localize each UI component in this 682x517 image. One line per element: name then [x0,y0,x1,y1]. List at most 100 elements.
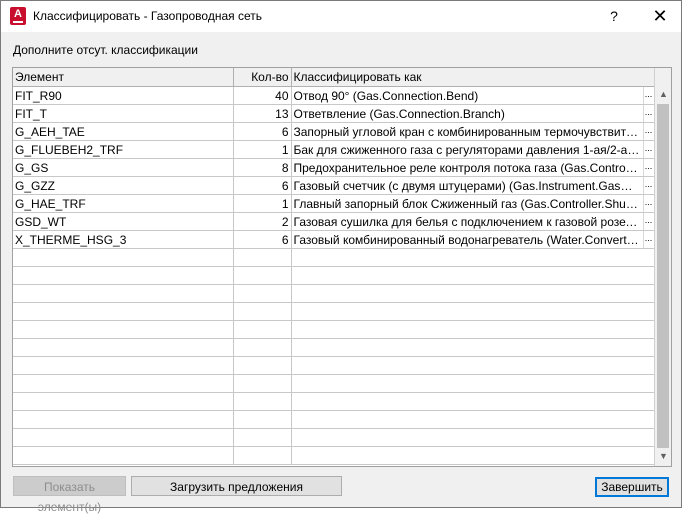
empty-cell [13,428,234,447]
empty-cell [291,248,655,267]
empty-cell [291,446,655,465]
cell-classify[interactable]: Газовая сушилка для белья с подключением… [291,212,655,231]
browse-classification-button[interactable]: ... [642,159,653,176]
table-row[interactable]: FIT_T 13 Ответвление (Gas.Connection.Branc… [13,104,655,123]
classify-value: Ответвление (Gas.Connection.Branch) [293,106,505,121]
empty-cell [233,374,292,393]
empty-cell [233,248,292,267]
scroll-up-icon[interactable]: ▲ [655,86,671,102]
cell-element[interactable]: G_GS [13,158,234,177]
title-bar: A Классифицировать - Газопроводная сеть … [1,1,681,32]
empty-cell [13,284,234,303]
table-row[interactable]: FIT_R90 40 Отвод 90° (Gas.Connection.Bend)… [13,86,655,105]
empty-cell [233,338,292,357]
classification-grid: Элемент Кол-во Классифицировать как FIT_… [12,67,672,467]
browse-classification-button[interactable]: ... [642,123,653,140]
classify-value: Предохранительное реле контроля потока г… [293,160,652,175]
classify-value: Газовый комбинированный водонагреватель … [293,232,652,247]
vertical-scrollbar[interactable]: ▲ ▼ [654,68,671,466]
table-row[interactable]: G_GS 8 Предохранительное реле контроля пот… [13,158,655,177]
column-header-element[interactable]: Элемент [13,68,234,87]
load-suggestions-button[interactable]: Загрузить предложения [131,476,342,496]
cell-classify[interactable]: Газовый комбинированный водонагреватель … [291,230,655,249]
cell-element[interactable]: X_THERME_HSG_3 [13,230,234,249]
browse-classification-button[interactable]: ... [642,177,653,194]
cell-qty[interactable]: 2 [233,212,292,231]
empty-cell [233,284,292,303]
finish-button[interactable]: Завершить [595,477,669,497]
empty-row [13,302,655,321]
close-button[interactable]: ✕ [641,1,679,32]
table-row[interactable]: G_GZZ 6 Газовый счетчик (с двумя штуцерами… [13,176,655,195]
classify-value: Бак для сжиженного газа с регуляторами д… [293,142,652,157]
empty-row [13,392,655,411]
classification-table: Элемент Кол-во Классифицировать как FIT_… [13,68,655,465]
browse-classification-button[interactable]: ... [642,195,653,212]
empty-cell [291,320,655,339]
cell-classify[interactable]: Ответвление (Gas.Connection.Branch)... [291,104,655,123]
empty-cell [291,338,655,357]
table-header-row: Элемент Кол-во Классифицировать как [13,68,655,87]
browse-classification-button[interactable]: ... [642,141,653,158]
empty-cell [13,374,234,393]
cell-classify[interactable]: Бак для сжиженного газа с регуляторами д… [291,140,655,159]
empty-cell [13,446,234,465]
empty-cell [291,356,655,375]
column-header-classify[interactable]: Классифицировать как [291,68,655,87]
cell-qty[interactable]: 1 [233,194,292,213]
empty-row [13,248,655,267]
classify-value: Главный запорный блок Сжиженный газ (Gas… [293,196,652,211]
empty-cell [233,320,292,339]
classify-value: Запорный угловой кран с комбинированным … [293,124,652,139]
cell-classify[interactable]: Главный запорный блок Сжиженный газ (Gas… [291,194,655,213]
table-row[interactable]: GSD_WT 2 Газовая сушилка для белья с подкл… [13,212,655,231]
cell-element[interactable]: FIT_R90 [13,86,234,105]
empty-cell [233,266,292,285]
empty-row [13,374,655,393]
empty-row [13,356,655,375]
browse-classification-button[interactable]: ... [642,213,653,230]
table-row[interactable]: G_FLUEBEH2_TRF 1 Бак для сжиженного газа с… [13,140,655,159]
instruction-label: Дополните отсут. классификации [13,43,198,57]
empty-cell [233,392,292,411]
cell-qty[interactable]: 6 [233,122,292,141]
table-row[interactable]: G_HAE_TRF 1 Главный запорный блок Сжиженны… [13,194,655,213]
cell-classify[interactable]: Газовый счетчик (с двумя штуцерами) (Gas… [291,176,655,195]
classify-value: Газовый счетчик (с двумя штуцерами) (Gas… [293,178,652,193]
cell-qty[interactable]: 40 [233,86,292,105]
scroll-thumb[interactable] [657,104,669,448]
empty-cell [233,302,292,321]
empty-cell [291,374,655,393]
empty-cell [13,302,234,321]
empty-cell [13,356,234,375]
cell-qty[interactable]: 13 [233,104,292,123]
empty-cell [13,410,234,429]
app-icon: A [10,7,26,25]
cell-element[interactable]: G_GZZ [13,176,234,195]
table-row[interactable]: X_THERME_HSG_3 6 Газовый комбинированный в… [13,230,655,249]
cell-qty[interactable]: 1 [233,140,292,159]
cell-element[interactable]: G_FLUEBEH2_TRF [13,140,234,159]
cell-element[interactable]: GSD_WT [13,212,234,231]
table-row[interactable]: G_AEH_TAE 6 Запорный угловой кран с комбин… [13,122,655,141]
empty-cell [233,428,292,447]
cell-classify[interactable]: Отвод 90° (Gas.Connection.Bend)... [291,86,655,105]
empty-row [13,320,655,339]
cell-classify[interactable]: Запорный угловой кран с комбинированным … [291,122,655,141]
cell-element[interactable]: G_AEH_TAE [13,122,234,141]
empty-cell [291,284,655,303]
browse-classification-button[interactable]: ... [642,87,653,104]
cell-qty[interactable]: 6 [233,230,292,249]
show-elements-button[interactable]: Показать элемент(ы) [13,476,126,514]
help-button[interactable]: ? [601,1,627,32]
cell-qty[interactable]: 8 [233,158,292,177]
browse-classification-button[interactable]: ... [642,105,653,122]
cell-classify[interactable]: Предохранительное реле контроля потока г… [291,158,655,177]
cell-qty[interactable]: 6 [233,176,292,195]
empty-cell [233,446,292,465]
scroll-down-icon[interactable]: ▼ [655,448,671,464]
column-header-qty[interactable]: Кол-во [233,68,292,87]
cell-element[interactable]: FIT_T [13,104,234,123]
cell-element[interactable]: G_HAE_TRF [13,194,234,213]
browse-classification-button[interactable]: ... [642,231,653,248]
